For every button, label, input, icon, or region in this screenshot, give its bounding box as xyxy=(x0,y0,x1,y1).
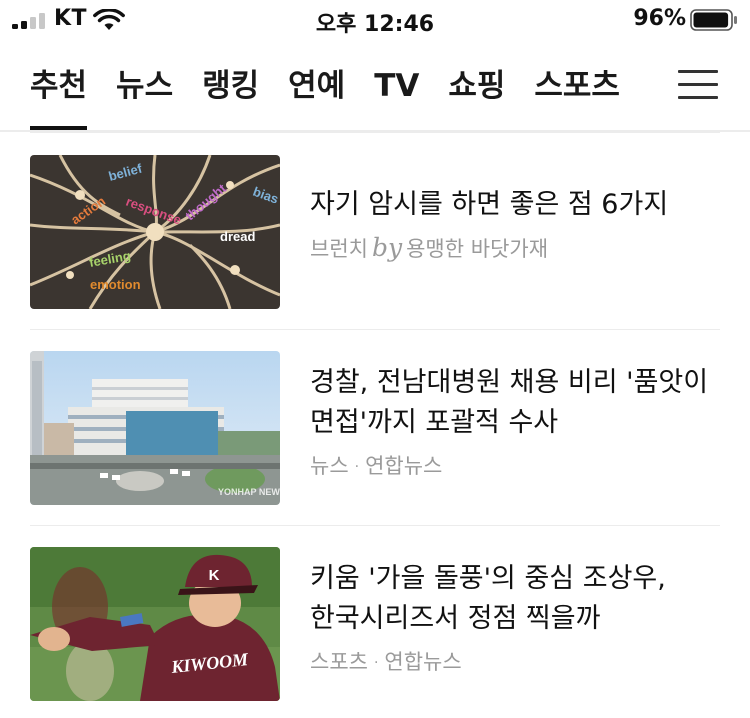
thumbnail-word: dread xyxy=(220,229,255,244)
article-category: 스포츠 xyxy=(310,650,368,674)
article-headline: 키움 '가을 돌풍'의 중심 조상우, 한국시리즈서 정점 찍을까 xyxy=(310,563,666,634)
cap-logo: K xyxy=(209,567,220,584)
tab-shopping[interactable]: 쇼핑 xyxy=(448,66,505,106)
status-bar: KT 오후 12:46 96% xyxy=(0,0,750,44)
article-source: 연합뉴스 xyxy=(365,454,443,478)
article-item[interactable]: belief response action feeling emotion d… xyxy=(30,155,720,311)
article-author: 용맹한 바닷가재 xyxy=(406,237,549,261)
divider xyxy=(30,525,720,526)
article-category: 브런치 xyxy=(310,237,368,261)
meta-separator: · xyxy=(373,655,379,671)
top-navigation: 추천 뉴스 랭킹 연예 TV 쇼핑 스포츠 xyxy=(0,50,750,132)
byline-by: by xyxy=(371,233,403,262)
article-item[interactable]: K KIWOOM 키움 '가을 돌풍'의 중심 조상우, 한국시리즈서 정점 찍… xyxy=(30,547,720,703)
divider xyxy=(30,329,720,330)
tab-recommended[interactable]: 추천 xyxy=(30,66,88,130)
article-meta: 브런치 by 용맹한 바닷가재 xyxy=(310,233,720,264)
category-tabs: 추천 뉴스 랭킹 연예 TV 쇼핑 스포츠 xyxy=(30,66,620,130)
article-info: 경찰, 전남대병원 채용 비리 '품앗이 면접'까지 포괄적 수사 뉴스 · 연합뉴… xyxy=(310,363,720,482)
article-meta: 뉴스 · 연합뉴스 xyxy=(310,451,720,482)
article-thumbnail: YONHAP NEWS xyxy=(30,351,280,505)
article-item[interactable]: YONHAP NEWS 경찰, 전남대병원 채용 비리 '품앗이 면접'까지 포… xyxy=(30,351,720,507)
article-thumbnail: belief response action feeling emotion d… xyxy=(30,155,280,309)
divider xyxy=(30,132,720,133)
meta-separator: · xyxy=(354,459,360,475)
article-info: 키움 '가을 돌풍'의 중심 조상우, 한국시리즈서 정점 찍을까 스포츠 · 연합… xyxy=(310,559,720,678)
article-headline: 자기 암시를 하면 좋은 점 6가지 xyxy=(310,189,669,220)
kakao-news-screen: KT 오후 12:46 96% 추천 뉴스 랭킹 연예 TV 쇼핑 스포츠 be… xyxy=(0,0,750,718)
tab-tv[interactable]: TV xyxy=(374,66,419,106)
article-info: 자기 암시를 하면 좋은 점 6가지 브런치 by 용맹한 바닷가재 xyxy=(310,185,720,264)
article-category: 뉴스 xyxy=(310,454,349,478)
article-headline: 경찰, 전남대병원 채용 비리 '품앗이 면접'까지 포괄적 수사 xyxy=(310,367,709,438)
hamburger-menu-icon[interactable] xyxy=(678,70,718,100)
thumbnail-watermark: YONHAP NEWS xyxy=(218,487,280,497)
tab-ranking[interactable]: 랭킹 xyxy=(202,66,259,106)
battery-icon xyxy=(690,9,737,31)
thumbnail-word: emotion xyxy=(90,277,141,292)
tab-news[interactable]: 뉴스 xyxy=(116,66,173,106)
article-source: 연합뉴스 xyxy=(384,650,462,674)
tab-sports[interactable]: 스포츠 xyxy=(534,66,620,106)
battery-percentage: 96% xyxy=(633,6,686,31)
article-thumbnail: K KIWOOM xyxy=(30,547,280,701)
article-meta: 스포츠 · 연합뉴스 xyxy=(310,647,720,678)
tab-entertainment[interactable]: 연예 xyxy=(288,66,345,106)
